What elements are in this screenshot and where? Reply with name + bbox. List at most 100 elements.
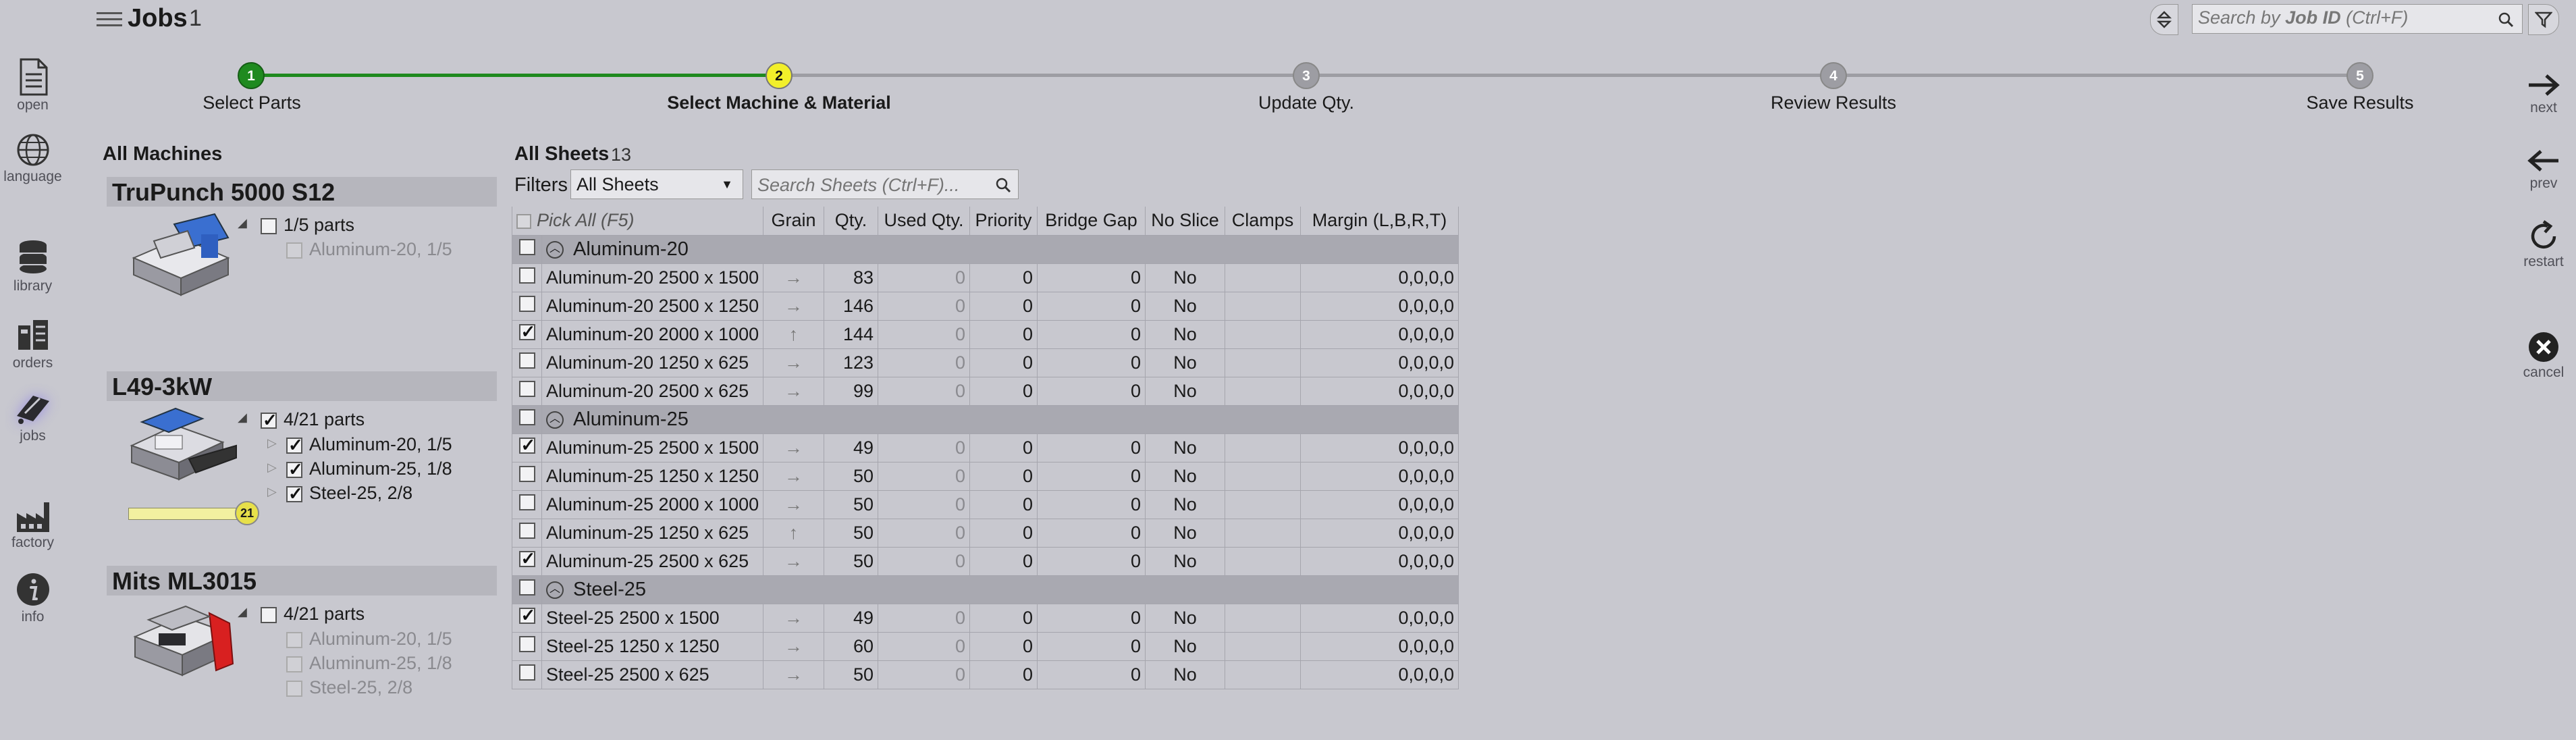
sheet-margin[interactable]: 0,0,0,0: [1300, 291, 1459, 321]
sheet-margin[interactable]: 0,0,0,0: [1300, 433, 1459, 462]
sheet-checkbox-cell[interactable]: [512, 433, 542, 462]
sheet-no-slice[interactable]: No: [1145, 291, 1226, 321]
sheet-qty[interactable]: 50: [824, 490, 879, 519]
grain-direction-icon[interactable]: →: [763, 461, 825, 491]
step-2-label[interactable]: Select Machine & Material: [667, 92, 891, 113]
step-5-circle[interactable]: 5: [2346, 62, 2373, 89]
material-row[interactable]: Steel-25, 2/8: [286, 483, 412, 504]
sheet-checkbox[interactable]: [518, 635, 535, 652]
grain-direction-icon[interactable]: ↑: [763, 319, 825, 349]
sheet-used-qty[interactable]: 0: [878, 348, 971, 377]
machine-header[interactable]: Mits ML3015: [107, 566, 497, 596]
sheet-no-slice[interactable]: No: [1145, 263, 1226, 292]
machine-header[interactable]: L49-3kW: [107, 371, 497, 401]
group-row[interactable]: ︿ Steel-25: [512, 575, 1459, 604]
usage-slider-track[interactable]: [128, 508, 243, 520]
sheet-used-qty[interactable]: 0: [878, 518, 971, 548]
sheet-name[interactable]: Steel-25 2500 x 625: [541, 660, 764, 689]
step-5-label[interactable]: Save Results: [2306, 92, 2413, 113]
sheet-qty[interactable]: 146: [824, 291, 879, 321]
collapse-arrow-icon[interactable]: ◢: [238, 411, 247, 425]
sheet-checkbox-cell[interactable]: [512, 263, 542, 292]
machine-parts-row[interactable]: 4/21 parts: [261, 604, 365, 625]
sidebar-item-language[interactable]: language: [0, 132, 65, 185]
sheet-no-slice[interactable]: No: [1145, 433, 1226, 462]
search-icon[interactable]: [2498, 11, 2514, 28]
group-row[interactable]: ︿ Aluminum-20: [512, 234, 1459, 264]
sheet-priority[interactable]: 0: [969, 348, 1038, 377]
sheet-name[interactable]: Aluminum-20 2500 x 625: [541, 376, 764, 406]
sheet-priority[interactable]: 0: [969, 461, 1038, 491]
machine-parts-row[interactable]: 1/5 parts: [261, 215, 354, 236]
sheet-clamps[interactable]: [1225, 546, 1302, 576]
sheet-name[interactable]: Aluminum-25 2500 x 625: [541, 546, 764, 576]
grain-direction-icon[interactable]: →: [763, 291, 825, 321]
sheet-qty[interactable]: 50: [824, 660, 879, 689]
sheet-qty[interactable]: 99: [824, 376, 879, 406]
sheet-checkbox-cell[interactable]: [512, 518, 542, 548]
sheet-name[interactable]: Aluminum-20 2500 x 1500: [541, 263, 764, 292]
job-search-input[interactable]: Search by Job ID (Ctrl+F): [2198, 7, 2488, 30]
sheet-used-qty[interactable]: 0: [878, 603, 971, 633]
sheet-row[interactable]: Aluminum-25 2000 x 1000 → 50 0 0 0 No 0,0,0,0: [512, 490, 1459, 519]
sheet-used-qty[interactable]: 0: [878, 490, 971, 519]
column-header-priority[interactable]: Priority: [969, 207, 1038, 236]
column-header-grain[interactable]: Grain: [763, 207, 825, 236]
sheet-checkbox-cell[interactable]: [512, 660, 542, 689]
column-header-bridge-gap[interactable]: Bridge Gap: [1037, 207, 1146, 236]
step-2-circle[interactable]: 2: [766, 62, 793, 89]
sheet-bridge-gap[interactable]: 0: [1037, 291, 1146, 321]
sheet-no-slice[interactable]: No: [1145, 518, 1226, 548]
sheet-used-qty[interactable]: 0: [878, 263, 971, 292]
sheet-search-box[interactable]: [751, 169, 1019, 199]
sheet-row[interactable]: Aluminum-20 2500 x 1250 → 146 0 0 0 No 0,0,0,0: [512, 291, 1459, 321]
sheet-priority[interactable]: 0: [969, 631, 1038, 661]
expand-arrow-icon[interactable]: ▷: [267, 485, 277, 499]
sheet-name[interactable]: Steel-25 1250 x 1250: [541, 631, 764, 661]
pick-all-checkbox[interactable]: [516, 214, 531, 230]
sheet-priority[interactable]: 0: [969, 518, 1038, 548]
sheet-clamps[interactable]: [1225, 263, 1302, 292]
sheet-used-qty[interactable]: 0: [878, 433, 971, 462]
sheet-qty[interactable]: 123: [824, 348, 879, 377]
sidebar-item-orders[interactable]: orders: [0, 316, 65, 371]
sheet-row[interactable]: Aluminum-20 2000 x 1000↑144000No0,0,0,0: [512, 319, 1459, 349]
column-header-used-qty[interactable]: Used Qty.: [878, 207, 971, 236]
sort-button[interactable]: [2150, 4, 2178, 35]
sheet-name[interactable]: Steel-25 2500 x 1500: [541, 603, 764, 633]
sheet-checkbox[interactable]: [518, 465, 535, 482]
sheet-bridge-gap[interactable]: 0: [1037, 319, 1146, 349]
sheet-priority[interactable]: 0: [969, 546, 1038, 576]
sheet-no-slice[interactable]: No: [1145, 319, 1226, 349]
sheet-row[interactable]: Aluminum-25 2500 x 1500→49000No0,0,0,0: [512, 433, 1459, 462]
group-checkbox-cell[interactable]: [512, 404, 542, 434]
sheet-margin[interactable]: 0,0,0,0: [1300, 319, 1459, 349]
sheet-qty[interactable]: 50: [824, 518, 879, 548]
sheet-bridge-gap[interactable]: 0: [1037, 490, 1146, 519]
group-checkbox-cell[interactable]: [512, 234, 542, 264]
sheet-checkbox[interactable]: [518, 295, 535, 312]
sheet-checkbox[interactable]: [518, 605, 535, 626]
sheet-checkbox[interactable]: [518, 352, 535, 369]
sheet-checkbox[interactable]: [518, 321, 535, 342]
sheet-margin[interactable]: 0,0,0,0: [1300, 631, 1459, 661]
sheet-margin[interactable]: 0,0,0,0: [1300, 376, 1459, 406]
sheet-qty[interactable]: 49: [824, 433, 879, 462]
sheet-checkbox-cell[interactable]: [512, 348, 542, 377]
sheet-row[interactable]: Aluminum-25 1250 x 625 ↑ 50 0 0 0 No 0,0,0,0: [512, 518, 1459, 548]
restart-button[interactable]: restart: [2511, 220, 2576, 270]
sheet-margin[interactable]: 0,0,0,0: [1300, 348, 1459, 377]
material-row[interactable]: Aluminum-25, 1/8: [286, 458, 452, 480]
sheet-checkbox-cell[interactable]: [512, 461, 542, 491]
usage-slider-handle[interactable]: 21: [235, 501, 259, 525]
sheet-checkbox[interactable]: [518, 522, 535, 539]
sheet-checkbox-cell[interactable]: [512, 490, 542, 519]
sheet-checkbox[interactable]: [518, 494, 535, 510]
sheet-no-slice[interactable]: No: [1145, 546, 1226, 576]
sheet-name[interactable]: Aluminum-20 2500 x 1250: [541, 291, 764, 321]
sidebar-item-factory[interactable]: factory: [0, 498, 65, 551]
machine-checkbox[interactable]: [261, 410, 277, 431]
sheet-priority[interactable]: 0: [969, 263, 1038, 292]
sheet-bridge-gap[interactable]: 0: [1037, 461, 1146, 491]
sheet-no-slice[interactable]: No: [1145, 660, 1226, 689]
